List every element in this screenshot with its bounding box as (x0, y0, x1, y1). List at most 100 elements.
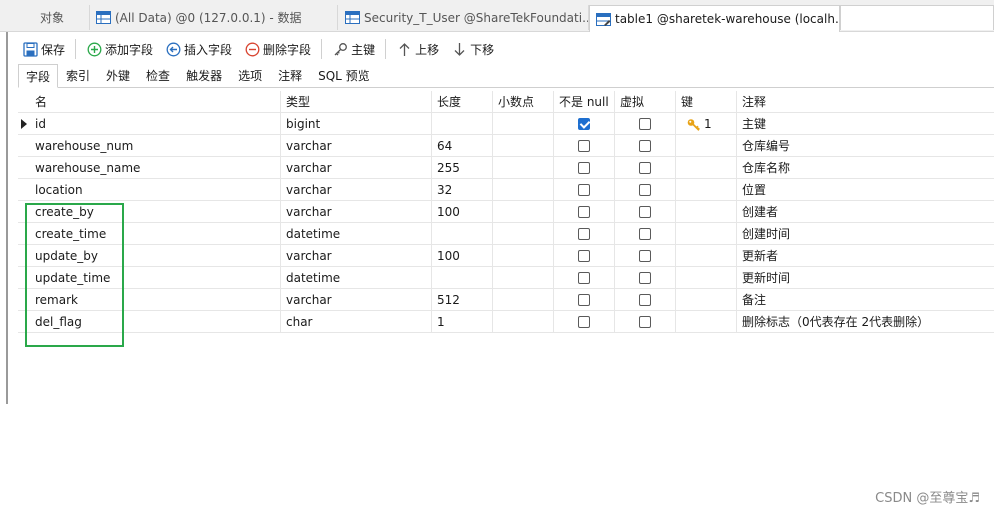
tab-objects[interactable]: 对象 (10, 5, 90, 30)
primary-key-button[interactable]: 主键 (328, 38, 379, 60)
key-cell[interactable] (676, 201, 737, 223)
virtual-checkbox[interactable] (639, 272, 651, 284)
field-comment-cell[interactable]: 更新者 (737, 245, 994, 267)
not-null-checkbox[interactable] (578, 250, 590, 262)
insert-field-button[interactable]: 插入字段 (161, 38, 236, 60)
tab-fields[interactable]: 字段 (18, 64, 59, 88)
field-length-cell[interactable] (432, 223, 493, 245)
column-header-not-null[interactable]: 不是 null (554, 91, 615, 113)
field-decimals-cell[interactable] (493, 201, 554, 223)
field-name-cell[interactable]: id (30, 113, 281, 135)
field-comment-cell[interactable]: 仓库名称 (737, 157, 994, 179)
field-length-cell[interactable]: 512 (432, 289, 493, 311)
field-decimals-cell[interactable] (493, 311, 554, 333)
virtual-checkbox[interactable] (639, 316, 651, 328)
field-comment-cell[interactable]: 位置 (737, 179, 994, 201)
key-cell[interactable] (676, 179, 737, 201)
key-cell[interactable] (676, 245, 737, 267)
column-header-comment[interactable]: 注释 (737, 91, 994, 113)
field-length-cell[interactable]: 32 (432, 179, 493, 201)
field-decimals-cell[interactable] (493, 223, 554, 245)
key-cell[interactable] (676, 223, 737, 245)
field-comment-cell[interactable]: 创建时间 (737, 223, 994, 245)
tab-options[interactable]: 选项 (230, 64, 270, 87)
table-row[interactable]: del_flag char 1 删除标志（0代表存在 2代表删除） (18, 311, 994, 333)
field-comment-cell[interactable]: 备注 (737, 289, 994, 311)
move-up-button[interactable]: 上移 (392, 38, 443, 60)
tab-triggers[interactable]: 触发器 (178, 64, 230, 87)
tab-security-user[interactable]: Security_T_User @ShareTekFoundati... (339, 5, 589, 30)
field-decimals-cell[interactable] (493, 267, 554, 289)
tab-checks[interactable]: 检查 (138, 64, 178, 87)
column-header-name[interactable]: 名 (30, 91, 281, 113)
field-length-cell[interactable] (432, 267, 493, 289)
tab-indexes[interactable]: 索引 (58, 64, 98, 87)
table-row[interactable]: create_by varchar 100 创建者 (18, 201, 994, 223)
not-null-checkbox[interactable] (578, 184, 590, 196)
tab-sql-preview[interactable]: SQL 预览 (310, 64, 378, 87)
column-header-length[interactable]: 长度 (432, 91, 493, 113)
table-row[interactable]: id bigint 1 主键 (18, 113, 994, 135)
field-decimals-cell[interactable] (493, 289, 554, 311)
field-length-cell[interactable]: 1 (432, 311, 493, 333)
field-name-cell[interactable]: location (30, 179, 281, 201)
field-comment-cell[interactable]: 删除标志（0代表存在 2代表删除） (737, 311, 994, 333)
virtual-checkbox[interactable] (639, 184, 651, 196)
not-null-checkbox[interactable] (578, 118, 590, 130)
not-null-checkbox[interactable] (578, 206, 590, 218)
save-button[interactable]: 保存 (18, 38, 69, 60)
not-null-checkbox[interactable] (578, 294, 590, 306)
key-cell[interactable] (676, 289, 737, 311)
not-null-checkbox[interactable] (578, 272, 590, 284)
field-decimals-cell[interactable] (493, 157, 554, 179)
not-null-checkbox[interactable] (578, 162, 590, 174)
key-cell[interactable] (676, 135, 737, 157)
tab-table1[interactable]: table1 @sharetek-warehouse (localh... (589, 5, 840, 32)
virtual-checkbox[interactable] (639, 162, 651, 174)
key-cell[interactable] (676, 267, 737, 289)
field-comment-cell[interactable]: 创建者 (737, 201, 994, 223)
field-type-cell[interactable]: char (281, 311, 432, 333)
tab-comment[interactable]: 注释 (270, 64, 310, 87)
field-name-cell[interactable]: warehouse_name (30, 157, 281, 179)
field-type-cell[interactable]: varchar (281, 179, 432, 201)
table-row[interactable]: remark varchar 512 备注 (18, 289, 994, 311)
key-cell[interactable]: 1 (676, 113, 737, 135)
field-type-cell[interactable]: bigint (281, 113, 432, 135)
field-decimals-cell[interactable] (493, 135, 554, 157)
not-null-checkbox[interactable] (578, 140, 590, 152)
tab-all-data[interactable]: (All Data) @0 (127.0.0.1) - 数据 (90, 5, 338, 30)
table-row[interactable]: create_time datetime 创建时间 (18, 223, 994, 245)
table-row[interactable]: update_by varchar 100 更新者 (18, 245, 994, 267)
field-comment-cell[interactable]: 更新时间 (737, 267, 994, 289)
field-comment-cell[interactable]: 仓库编号 (737, 135, 994, 157)
field-decimals-cell[interactable] (493, 179, 554, 201)
delete-field-button[interactable]: 删除字段 (240, 38, 315, 60)
field-type-cell[interactable]: datetime (281, 267, 432, 289)
table-row[interactable]: update_time datetime 更新时间 (18, 267, 994, 289)
virtual-checkbox[interactable] (639, 118, 651, 130)
not-null-checkbox[interactable] (578, 228, 590, 240)
column-header-key[interactable]: 键 (676, 91, 737, 113)
tab-foreign-keys[interactable]: 外键 (98, 64, 138, 87)
table-row[interactable]: location varchar 32 位置 (18, 179, 994, 201)
field-decimals-cell[interactable] (493, 245, 554, 267)
field-length-cell[interactable]: 100 (432, 245, 493, 267)
virtual-checkbox[interactable] (639, 206, 651, 218)
field-decimals-cell[interactable] (493, 113, 554, 135)
field-type-cell[interactable]: datetime (281, 223, 432, 245)
key-cell[interactable] (676, 157, 737, 179)
field-length-cell[interactable]: 255 (432, 157, 493, 179)
column-header-virtual[interactable]: 虚拟 (615, 91, 676, 113)
move-down-button[interactable]: 下移 (447, 38, 498, 60)
table-row[interactable]: warehouse_name varchar 255 仓库名称 (18, 157, 994, 179)
field-type-cell[interactable]: varchar (281, 245, 432, 267)
field-comment-cell[interactable]: 主键 (737, 113, 994, 135)
column-header-decimals[interactable]: 小数点 (493, 91, 554, 113)
field-type-cell[interactable]: varchar (281, 157, 432, 179)
field-name-cell[interactable]: warehouse_num (30, 135, 281, 157)
field-length-cell[interactable] (432, 113, 493, 135)
not-null-checkbox[interactable] (578, 316, 590, 328)
add-field-button[interactable]: 添加字段 (82, 38, 157, 60)
field-type-cell[interactable]: varchar (281, 201, 432, 223)
